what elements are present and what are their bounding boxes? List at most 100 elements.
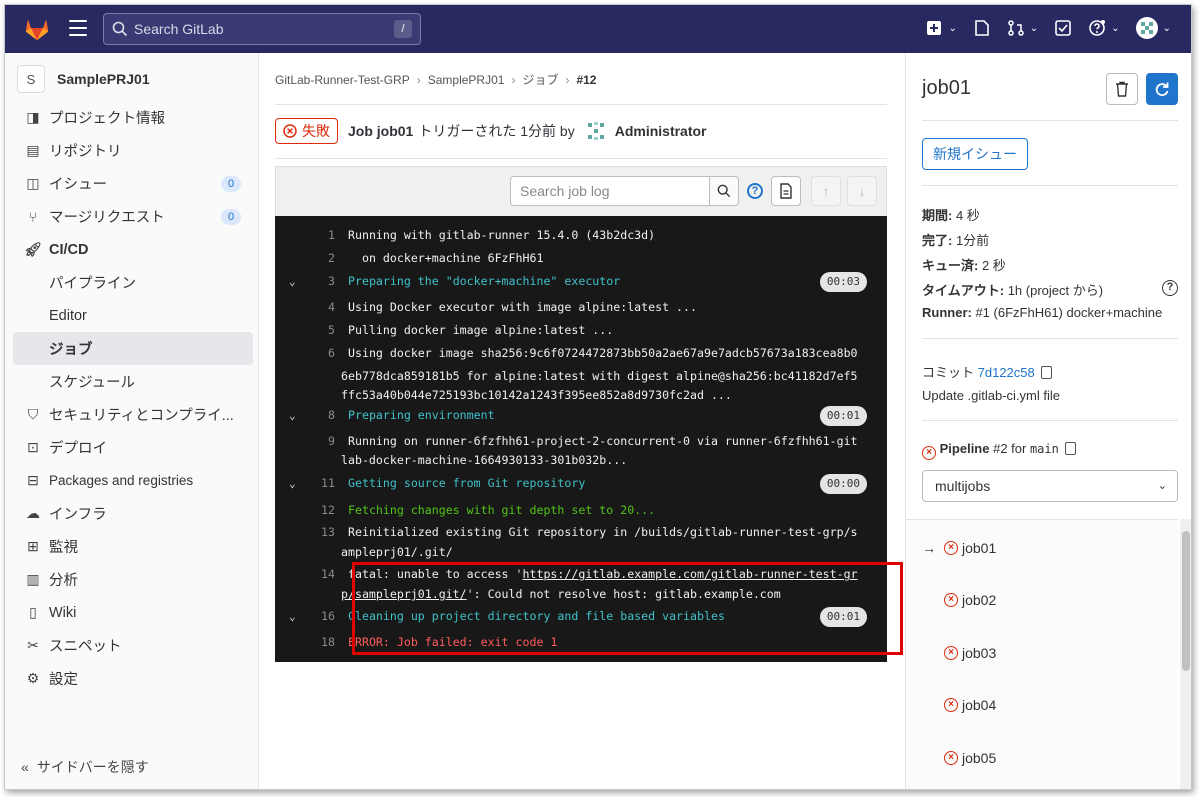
merge-request-icon: ⑂: [28, 208, 38, 225]
sidebar-item-packages[interactable]: ⊟ Packages and registries: [13, 464, 253, 497]
user-link[interactable]: Administrator: [615, 123, 707, 139]
sidebar-item-settings[interactable]: ⚙︎ 設定: [13, 662, 253, 695]
sidebar-item-cicd[interactable]: 🚀︎ CI/CD: [13, 233, 253, 266]
log-section-line[interactable]: ⌄ 3 Preparing the "docker+machine" executo…: [275, 270, 887, 293]
sidebar-item-merge-requests[interactable]: ⑂ マージリクエスト 0: [13, 200, 253, 233]
merge-requests-nav-button[interactable]: ⌄: [1007, 19, 1038, 37]
sidebar-item-label: Editor: [49, 307, 87, 324]
help-icon[interactable]: ?: [1162, 280, 1178, 296]
line-number[interactable]: 13: [311, 521, 335, 544]
sidebar-item-pipelines[interactable]: パイプライン: [13, 266, 253, 299]
sidebar-item-wiki[interactable]: ▯ Wiki: [13, 596, 253, 629]
chevron-down-icon[interactable]: ⌄: [289, 605, 296, 628]
scrollbar-thumb[interactable]: [1182, 531, 1190, 671]
erase-log-button[interactable]: [1106, 73, 1138, 105]
issues-icon: [975, 20, 989, 36]
log-text: Getting source from Git repository: [348, 476, 586, 490]
status-failed-icon[interactable]: ×: [922, 446, 936, 460]
breadcrumb-project[interactable]: SamplePRJ01: [428, 73, 505, 87]
line-number[interactable]: 9: [311, 430, 335, 453]
line-number[interactable]: 11: [311, 472, 335, 495]
help-icon[interactable]: ?: [747, 183, 763, 199]
sidebar-item-snippets[interactable]: ✂︎ スニペット: [13, 629, 253, 662]
sidebar-item-issues[interactable]: ◫ イシュー 0: [13, 167, 253, 200]
log-section-line[interactable]: ⌄ 11 Getting source from Git repository 00:…: [275, 472, 887, 495]
sidebar-item-analytics[interactable]: ▥ 分析: [13, 563, 253, 596]
search-job-log-input[interactable]: Search job log: [510, 176, 710, 206]
list-item[interactable]: × job02: [922, 592, 996, 608]
line-number[interactable]: 2: [311, 247, 335, 270]
issues-nav-button[interactable]: [973, 19, 991, 37]
breadcrumb-group[interactable]: GitLab-Runner-Test-GRP: [275, 73, 410, 87]
chevron-down-icon[interactable]: ⌄: [289, 472, 296, 495]
show-raw-button[interactable]: [771, 176, 801, 206]
log-section-line[interactable]: ⌄ 8 Preparing environment 00:01: [275, 404, 887, 427]
project-header[interactable]: S SamplePRJ01: [17, 65, 150, 93]
sidebar-item-deployments[interactable]: ⊡ デプロイ: [13, 431, 253, 464]
line-number[interactable]: 16: [311, 605, 335, 628]
breadcrumb-jobs[interactable]: ジョブ: [522, 71, 558, 88]
sidebar-item-project-info[interactable]: ◨ プロジェクト情報: [13, 101, 253, 134]
line-number[interactable]: 6: [311, 342, 335, 365]
scrollbar[interactable]: [1180, 519, 1191, 789]
sidebar-item-security[interactable]: ⛉ セキュリティとコンプライ...: [13, 398, 253, 431]
section-duration-badge: 00:03: [819, 272, 867, 292]
log-text: Preparing environment: [348, 408, 495, 422]
line-number[interactable]: 14: [311, 563, 335, 586]
todos-nav-button[interactable]: [1054, 19, 1072, 37]
retry-button[interactable]: [1146, 73, 1178, 105]
sidebar-item-editor[interactable]: Editor: [13, 299, 253, 332]
collapse-sidebar-button[interactable]: « サイドバーを隠す: [21, 757, 149, 777]
sidebar-item-jobs[interactable]: ジョブ: [13, 332, 253, 365]
list-item[interactable]: × job05: [922, 750, 996, 766]
global-search-input[interactable]: Search GitLab /: [103, 13, 421, 45]
create-new-button[interactable]: ⌄: [925, 19, 957, 37]
pipeline-link[interactable]: Pipeline: [940, 441, 990, 456]
chevron-down-icon: ⌄: [1029, 22, 1039, 34]
line-number[interactable]: 18: [311, 631, 335, 654]
job-link[interactable]: job01: [962, 540, 996, 556]
log-line: 13 Reinitialized existing Git repository …: [275, 521, 887, 544]
job-link[interactable]: job04: [962, 697, 996, 713]
menu-icon[interactable]: [69, 20, 87, 36]
copy-icon[interactable]: [1040, 366, 1052, 379]
line-number[interactable]: 3: [311, 270, 335, 293]
gitlab-logo-icon[interactable]: [23, 15, 51, 41]
line-number[interactable]: 5: [311, 319, 335, 342]
list-item[interactable]: × job04: [922, 697, 996, 713]
job-link[interactable]: job05: [962, 750, 996, 766]
avatar[interactable]: [585, 120, 607, 142]
line-number[interactable]: 12: [311, 499, 335, 522]
status-failed-icon: ×: [944, 646, 958, 660]
chevron-down-icon[interactable]: ⌄: [289, 270, 296, 293]
commit-sha-link[interactable]: 7d122c58: [978, 365, 1035, 380]
pipeline-ref[interactable]: main: [1030, 442, 1059, 456]
sidebar-item-label: CI/CD: [49, 241, 89, 258]
list-item[interactable]: × job03: [922, 645, 996, 661]
copy-icon[interactable]: [1064, 442, 1076, 455]
search-button[interactable]: [709, 176, 739, 206]
user-menu-button[interactable]: ⌄: [1135, 17, 1171, 39]
scroll-bottom-button[interactable]: ↓: [847, 176, 877, 206]
line-number[interactable]: 4: [311, 296, 335, 319]
new-issue-button[interactable]: 新規イシュー: [922, 138, 1028, 170]
monitor-icon: ⊞: [27, 538, 39, 554]
status-badge[interactable]: 失敗: [275, 118, 338, 144]
sidebar-item-repository[interactable]: ▤ リポジトリ: [13, 134, 253, 167]
queued-value: 2 秒: [978, 258, 1006, 273]
sidebar-item-schedules[interactable]: スケジュール: [13, 365, 253, 398]
sidebar-item-monitor[interactable]: ⊞ 監視: [13, 530, 253, 563]
sidebar-item-infrastructure[interactable]: ☁︎ インフラ: [13, 497, 253, 530]
line-number[interactable]: 1: [311, 224, 335, 247]
help-nav-button[interactable]: ⌄: [1088, 19, 1120, 37]
chevron-down-icon[interactable]: ⌄: [289, 404, 296, 427]
job-link[interactable]: job02: [962, 592, 996, 608]
job-link[interactable]: job03: [962, 645, 996, 661]
search-icon: [112, 21, 128, 37]
stage-select[interactable]: multijobs ⌄: [922, 470, 1178, 502]
list-item[interactable]: → × job01: [922, 540, 996, 556]
breadcrumb-current[interactable]: #12: [576, 73, 596, 87]
line-number[interactable]: 8: [311, 404, 335, 427]
scroll-top-button[interactable]: ↑: [811, 176, 841, 206]
sidebar-item-label: プロジェクト情報: [49, 111, 165, 127]
